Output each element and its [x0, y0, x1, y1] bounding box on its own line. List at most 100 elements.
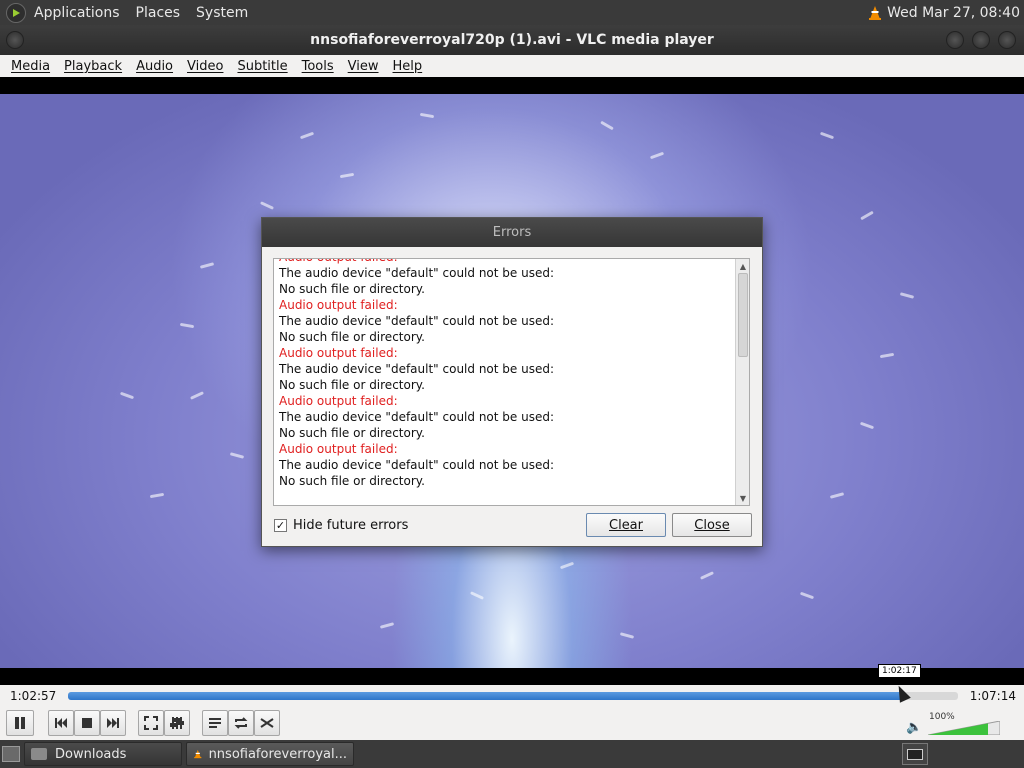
- log-line: Audio output failed:: [279, 394, 398, 408]
- video-spark: [899, 292, 915, 299]
- fullscreen-button[interactable]: [138, 710, 164, 736]
- seek-bar-fill: [68, 692, 902, 700]
- stop-button[interactable]: [74, 710, 100, 736]
- vlc-cone-icon: [194, 749, 202, 759]
- log-line: Audio output failed:: [279, 346, 398, 360]
- workspace-switcher[interactable]: [902, 743, 928, 765]
- pause-icon: [15, 717, 25, 729]
- window-titlebar[interactable]: nnsofiaforeverroyal720p (1).avi - VLC me…: [0, 25, 1024, 55]
- menu-view[interactable]: View: [341, 59, 386, 74]
- errors-dialog: Errors Audio output failed:The audio dev…: [261, 217, 763, 547]
- task-downloads[interactable]: Downloads: [24, 742, 182, 766]
- close-button[interactable]: Close: [672, 513, 752, 537]
- video-spark: [879, 352, 895, 359]
- menu-video[interactable]: Video: [180, 59, 230, 74]
- menu-playback[interactable]: Playback: [57, 59, 129, 74]
- log-line: No such file or directory.: [279, 282, 425, 296]
- task-downloads-label: Downloads: [55, 746, 127, 762]
- scroll-thumb[interactable]: [738, 273, 748, 357]
- shuffle-icon: [260, 718, 274, 728]
- previous-icon: [55, 718, 67, 728]
- menu-places[interactable]: Places: [128, 5, 189, 21]
- scroll-down-icon[interactable]: ▼: [736, 491, 749, 505]
- menu-applications[interactable]: Applications: [26, 5, 128, 21]
- stop-icon: [82, 718, 92, 728]
- speaker-icon[interactable]: 🔈: [906, 720, 922, 735]
- seek-tooltip: 1:02:17: [878, 664, 921, 678]
- video-spark: [229, 452, 245, 459]
- menu-system[interactable]: System: [188, 5, 256, 21]
- pause-button[interactable]: [6, 710, 34, 736]
- video-spark: [119, 391, 135, 400]
- video-spark: [179, 322, 195, 329]
- fullscreen-icon: [144, 716, 158, 730]
- clear-button[interactable]: Clear: [586, 513, 666, 537]
- loop-button[interactable]: [228, 710, 254, 736]
- video-spark: [339, 172, 355, 179]
- log-line: The audio device "default" could not be …: [279, 458, 554, 472]
- maximize-button[interactable]: [972, 31, 990, 49]
- equalizer-icon: [170, 717, 184, 729]
- video-spark: [190, 391, 204, 400]
- video-spark: [470, 591, 484, 600]
- folder-icon: [31, 748, 47, 760]
- timeline: 1:02:57 1:07:14: [0, 685, 1024, 707]
- monitor-icon: [907, 748, 923, 760]
- hide-future-errors-checkbox[interactable]: ✓: [274, 518, 287, 532]
- playlist-icon: [209, 718, 221, 728]
- shuffle-button[interactable]: [254, 710, 280, 736]
- volume-slider[interactable]: [928, 721, 1000, 735]
- video-spark: [700, 571, 714, 580]
- loop-icon: [234, 717, 248, 729]
- log-line: No such file or directory.: [279, 378, 425, 392]
- video-spark: [829, 492, 845, 499]
- log-line: The audio device "default" could not be …: [279, 362, 554, 376]
- menu-tools[interactable]: Tools: [295, 59, 341, 74]
- error-log[interactable]: Audio output failed:The audio device "de…: [273, 258, 750, 506]
- log-line: The audio device "default" could not be …: [279, 314, 554, 328]
- video-spark: [799, 591, 815, 600]
- dialog-footer: ✓ Hide future errors Clear Close: [274, 512, 752, 538]
- clock[interactable]: Wed Mar 27, 08:40: [867, 5, 1020, 21]
- dialog-title[interactable]: Errors: [262, 218, 762, 247]
- window-menu-button[interactable]: [6, 31, 24, 49]
- video-spark: [860, 210, 874, 221]
- vlc-cone-icon: [869, 5, 882, 20]
- video-spark: [379, 622, 395, 629]
- menu-help[interactable]: Help: [386, 59, 430, 74]
- log-line: The audio device "default" could not be …: [279, 266, 554, 280]
- task-vlc[interactable]: nnsofiaforeverroyal...: [186, 742, 354, 766]
- menubar: Media Playback Audio Video Subtitle Tool…: [0, 55, 1024, 77]
- applications-icon[interactable]: [6, 2, 26, 23]
- total-time[interactable]: 1:07:14: [970, 689, 1016, 703]
- next-icon: [107, 718, 119, 728]
- video-spark: [819, 131, 835, 140]
- video-spark: [260, 201, 274, 210]
- log-line: Audio output failed:: [279, 442, 398, 456]
- video-spark: [559, 561, 575, 570]
- video-spark: [600, 120, 614, 131]
- log-line: The audio device "default" could not be …: [279, 410, 554, 424]
- log-scrollbar[interactable]: ▲ ▼: [735, 259, 749, 505]
- scroll-up-icon[interactable]: ▲: [736, 259, 749, 273]
- log-line: Audio output failed:: [279, 259, 734, 265]
- playlist-button[interactable]: [202, 710, 228, 736]
- video-spark: [419, 112, 435, 119]
- video-spark: [149, 492, 165, 499]
- show-desktop-icon[interactable]: [2, 746, 20, 762]
- hide-future-errors-label[interactable]: Hide future errors: [293, 518, 408, 533]
- menu-subtitle[interactable]: Subtitle: [230, 59, 294, 74]
- log-line: No such file or directory.: [279, 474, 425, 488]
- minimize-button[interactable]: [946, 31, 964, 49]
- clock-text: Wed Mar 27, 08:40: [887, 4, 1020, 21]
- extended-settings-button[interactable]: [164, 710, 190, 736]
- log-line: No such file or directory.: [279, 426, 425, 440]
- seek-bar[interactable]: [68, 692, 958, 700]
- previous-button[interactable]: [48, 710, 74, 736]
- menu-media[interactable]: Media: [4, 59, 57, 74]
- close-window-button[interactable]: [998, 31, 1016, 49]
- menu-audio[interactable]: Audio: [129, 59, 180, 74]
- taskbar: Downloads nnsofiaforeverroyal...: [0, 740, 1024, 768]
- next-button[interactable]: [100, 710, 126, 736]
- video-spark: [649, 151, 665, 160]
